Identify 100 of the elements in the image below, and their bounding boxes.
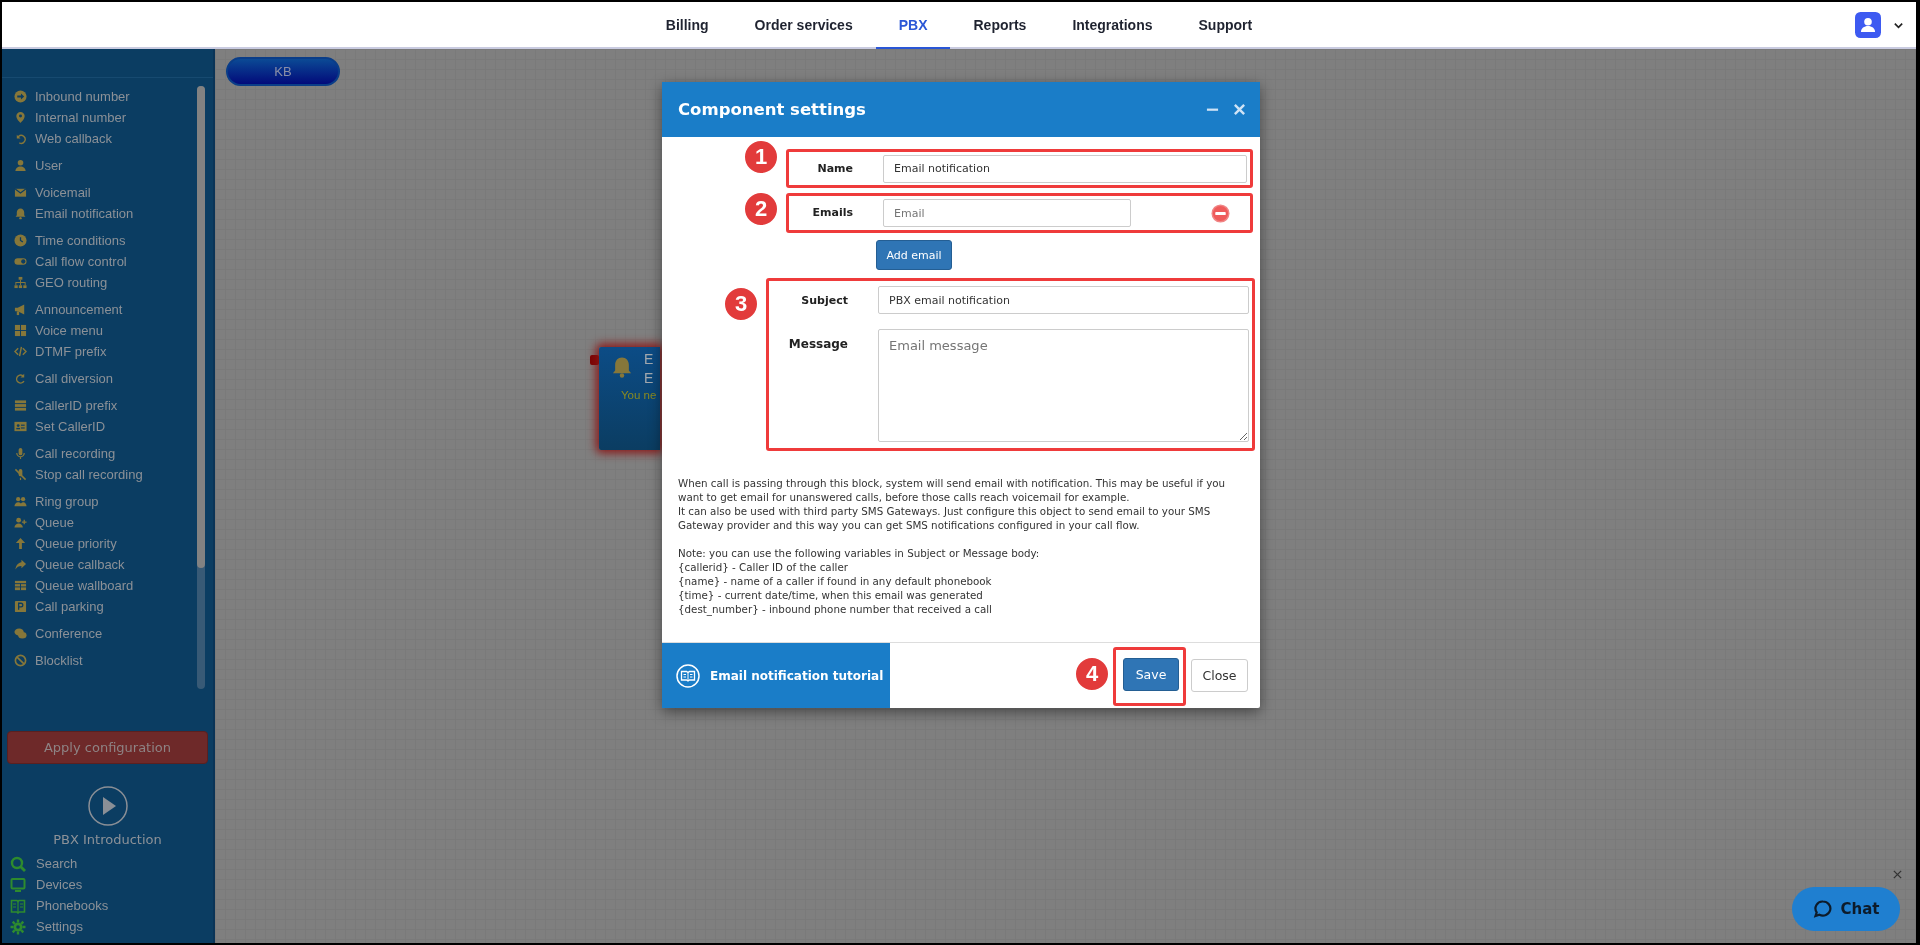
- help-text: {name} - name of a caller if found in any default phonebook: [678, 574, 993, 588]
- add-email-button[interactable]: Add email: [876, 240, 952, 270]
- share-arrow-icon: [14, 558, 27, 571]
- play-icon[interactable]: [87, 786, 128, 826]
- pin-icon: [14, 111, 27, 124]
- book-icon: [10, 897, 26, 914]
- people-icon: [14, 495, 27, 508]
- sitemap-icon: [14, 276, 27, 289]
- nav-tab[interactable]: Reports: [950, 2, 1050, 49]
- flow-node[interactable]: E E You ne: [599, 347, 660, 450]
- field-label: Subject: [800, 293, 848, 307]
- sidebar-item[interactable]: Voicemail: [14, 182, 197, 203]
- sidebar-item[interactable]: Web callback: [14, 128, 197, 149]
- sidebar-item[interactable]: Voice menu: [14, 320, 197, 341]
- muted-microphone-icon: [14, 468, 27, 481]
- node-port[interactable]: [590, 355, 599, 365]
- help-text: Note: you can use the following variables in Subject or Message body:: [678, 546, 1041, 560]
- apply-configuration-button[interactable]: Apply configuration: [7, 731, 208, 764]
- kb-button[interactable]: KB: [226, 57, 340, 86]
- sidebar-link[interactable]: Search: [10, 853, 213, 874]
- tutorial-link[interactable]: Email notification tutorial: [662, 643, 890, 708]
- id-card-icon: [14, 420, 27, 433]
- search-icon: [10, 855, 26, 872]
- gear-icon: [10, 918, 26, 935]
- parking-icon: [14, 600, 27, 613]
- up-arrow-icon: [14, 537, 27, 550]
- redo-icon: [14, 372, 27, 385]
- chat-bubbles-icon: [14, 627, 27, 640]
- node-title: E: [644, 369, 654, 388]
- dialog-title: Component settings: [678, 100, 866, 119]
- book-icon: [676, 663, 700, 688]
- subject-field[interactable]: PBX email notification: [878, 286, 1249, 314]
- sidebar-item[interactable]: Queue callback: [14, 554, 197, 575]
- save-button[interactable]: Save: [1123, 658, 1179, 691]
- sidebar-item[interactable]: Time conditions: [14, 230, 197, 251]
- code-icon: [14, 345, 27, 358]
- scrollbar-thumb[interactable]: [197, 86, 205, 568]
- help-text: It can also be used with third party SMS Gateways. Just configure this object to send email to your SMS Gateway provider and this way you can get SMS notifications configured in your call flow.: [678, 504, 1212, 532]
- sidebar-item[interactable]: Stop call recording: [14, 464, 197, 485]
- grid-icon: [14, 324, 27, 337]
- clock-icon: [14, 234, 27, 247]
- intro-label[interactable]: PBX Introduction: [53, 832, 162, 847]
- node-warning: You ne: [621, 389, 657, 401]
- sidebar-item[interactable]: Announcement: [14, 299, 197, 320]
- sidebar-link[interactable]: Phonebooks: [10, 895, 213, 916]
- nav-tab[interactable]: Support: [1175, 2, 1276, 49]
- speech-bubble-icon: [1812, 899, 1833, 919]
- nav-tab[interactable]: Integrations: [1049, 2, 1176, 49]
- sidebar-item[interactable]: Conference: [14, 623, 197, 644]
- sidebar-item[interactable]: Queue: [14, 512, 197, 533]
- step-marker: 1: [743, 139, 779, 175]
- remove-icon[interactable]: [1211, 203, 1230, 223]
- field-label: Emails: [811, 205, 853, 219]
- sidebar-item[interactable]: Call diversion: [14, 368, 197, 389]
- monitor-icon: [10, 876, 26, 893]
- message-field[interactable]: Email message: [878, 329, 1249, 442]
- sidebar-item[interactable]: CallerID prefix: [14, 395, 197, 416]
- toggle-icon: [14, 255, 27, 268]
- bell-icon: [14, 207, 27, 220]
- person-plus-icon: [14, 516, 27, 529]
- avatar-icon[interactable]: [1855, 12, 1881, 38]
- field-label: Message: [787, 336, 848, 351]
- step-marker: 3: [723, 286, 759, 322]
- microphone-icon: [14, 447, 27, 460]
- name-field[interactable]: Email notification: [883, 154, 1247, 183]
- person-icon: [14, 159, 27, 172]
- sidebar-item[interactable]: Email notification: [14, 203, 197, 224]
- close-button[interactable]: Close: [1191, 659, 1248, 692]
- sidebar-item[interactable]: Internal number: [14, 107, 197, 128]
- step-marker: 4: [1074, 656, 1110, 692]
- list-icon: [14, 399, 27, 412]
- table-icon: [14, 579, 27, 592]
- envelope-icon: [14, 186, 27, 199]
- sidebar-item[interactable]: Call parking: [14, 596, 197, 617]
- sidebar-item[interactable]: Queue priority: [14, 533, 197, 554]
- sidebar-item[interactable]: DTMF prefix: [14, 341, 197, 362]
- sidebar-link[interactable]: Devices: [10, 874, 213, 895]
- sidebar-item[interactable]: Set CallerID: [14, 416, 197, 437]
- field-label: Name: [816, 161, 853, 175]
- nav-tab[interactable]: Billing: [642, 2, 732, 49]
- sidebar-item[interactable]: Call flow control: [14, 251, 197, 272]
- blocked-icon: [14, 654, 27, 667]
- chat-button[interactable]: Chat: [1792, 887, 1900, 931]
- sidebar-link[interactable]: Settings: [10, 916, 213, 937]
- sidebar-item[interactable]: Call recording: [14, 443, 197, 464]
- sidebar-item[interactable]: Ring group: [14, 491, 197, 512]
- close-icon[interactable]: [1892, 869, 1903, 880]
- step-marker: 2: [743, 191, 779, 227]
- help-text: {callerid} - Caller ID of the caller: [678, 560, 849, 574]
- nav-tab[interactable]: Order services: [731, 2, 876, 49]
- node-title: E: [644, 350, 654, 369]
- megaphone-icon: [14, 303, 27, 316]
- sidebar-item[interactable]: Blocklist: [14, 650, 197, 671]
- sidebar-item[interactable]: GEO routing: [14, 272, 197, 293]
- sidebar-item[interactable]: Queue wallboard: [14, 575, 197, 596]
- email-field[interactable]: Email: [883, 199, 1131, 227]
- arrow-circle-icon: [14, 90, 27, 103]
- sidebar-item[interactable]: Inbound number: [14, 86, 197, 107]
- sidebar-item[interactable]: User: [14, 155, 197, 176]
- help-text: {time} - current date/time, when this email was generated: [678, 588, 984, 602]
